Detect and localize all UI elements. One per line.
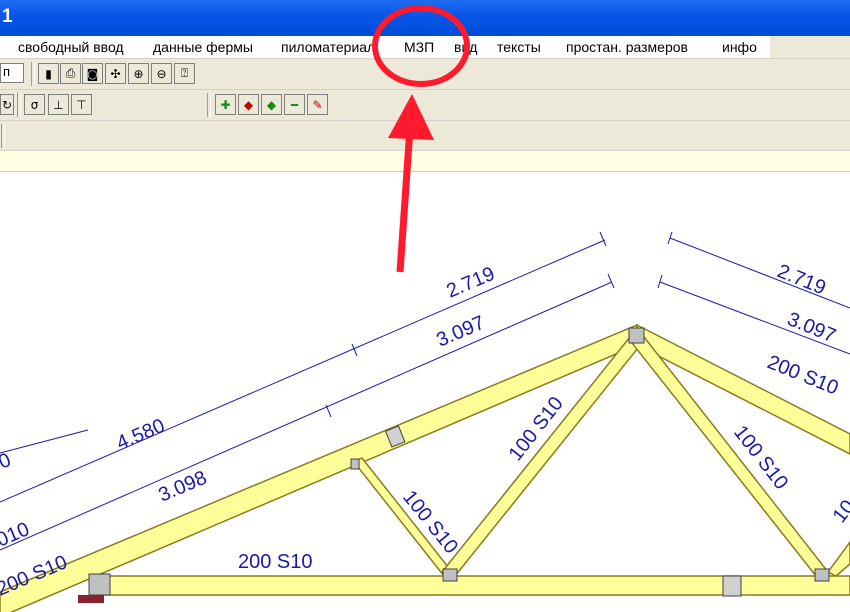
annotation-overlay: [372, 5, 470, 273]
pointer-arrow-head: [388, 94, 434, 140]
pointer-arrow-shaft: [396, 127, 414, 273]
highlight-circle: [372, 5, 470, 87]
